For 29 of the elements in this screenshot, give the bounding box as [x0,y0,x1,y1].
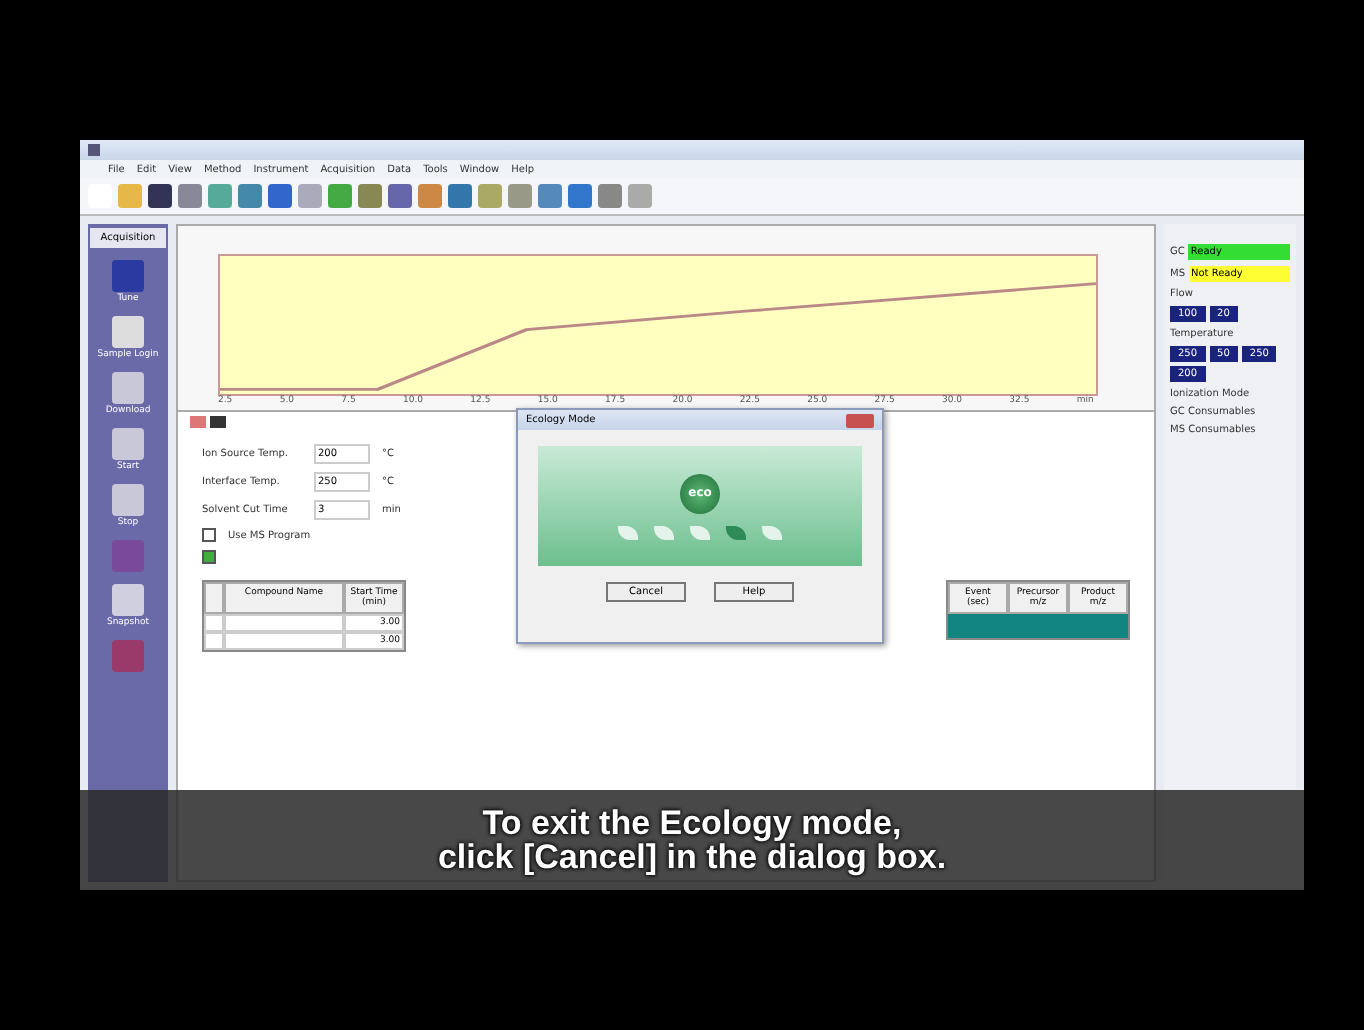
toolbar-icon[interactable] [178,184,202,208]
column-header [204,582,224,614]
checkbox[interactable] [202,528,216,542]
toolbar-icon[interactable] [448,184,472,208]
subtitle-line: To exit the Ecology mode, [482,806,902,840]
toolbar-icon[interactable] [358,184,382,208]
table-cell [204,632,224,650]
leaf-icon[interactable] [654,525,674,539]
toolbar-icon[interactable] [148,184,172,208]
toolbar-icon[interactable] [538,184,562,208]
sidebar-icon[interactable] [111,584,144,616]
leaf-icon[interactable] [618,525,638,539]
leaf-icon[interactable] [726,525,746,539]
toolbar-icon[interactable] [568,184,592,208]
table-cell [224,614,344,632]
close-button[interactable] [846,413,874,427]
selected-row[interactable] [948,614,1128,638]
toolbar-icon[interactable] [598,184,622,208]
table-cell [224,632,344,650]
toolbar-icon[interactable] [268,184,292,208]
checkbox[interactable] [202,550,216,564]
app-icon [88,144,100,156]
leaf-icon[interactable] [762,525,782,539]
toolbar-icon[interactable] [238,184,262,208]
subtitle-line: click [Cancel] in the dialog box. [437,840,947,874]
leaf-icon[interactable] [690,525,710,539]
sidebar-icon[interactable] [111,316,144,348]
table-cell [204,614,224,632]
toolbar-icon[interactable] [388,184,412,208]
